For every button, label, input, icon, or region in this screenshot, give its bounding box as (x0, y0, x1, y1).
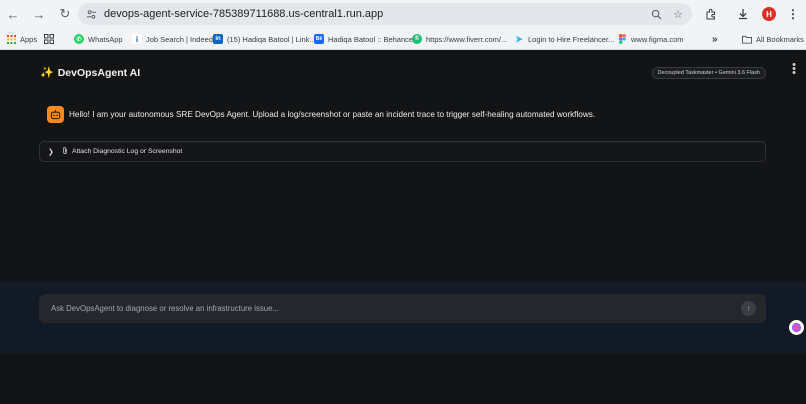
bot-avatar-icon (47, 106, 64, 123)
indeed-icon: i (132, 34, 142, 44)
forward-icon[interactable]: → (28, 3, 50, 25)
chat-input[interactable] (39, 294, 766, 323)
behance-icon: Bē (314, 34, 324, 44)
bookmark-whatsapp[interactable]: ✆ WhatsApp (70, 30, 127, 48)
floating-assistant-button[interactable] (789, 320, 804, 335)
avatar: H (762, 7, 776, 21)
linkedin-icon: in (213, 34, 223, 44)
extensions-icon[interactable] (700, 3, 722, 25)
bookmark-behance[interactable]: Bē Hadiqa Batool :: Behance (310, 30, 417, 48)
bookmark-linkedin[interactable]: in (15) Hadiqa Batool | Link... (209, 30, 320, 48)
zoom-icon[interactable] (648, 6, 664, 22)
bookmarks-overflow-icon[interactable]: » (708, 30, 722, 48)
send-button[interactable]: ↑ (741, 301, 756, 316)
sparkles-icon: ✨ (40, 67, 54, 79)
site-info-icon[interactable] (84, 7, 98, 21)
apps-grid-icon (6, 34, 16, 44)
bookmarks-bar: Apps ✆ WhatsApp i Job Search | Indeed in… (0, 28, 806, 50)
back-icon[interactable]: ← (2, 3, 24, 25)
grid-icon (44, 34, 54, 44)
more-options-icon[interactable]: • • • (792, 60, 796, 79)
agent-greeting-message: Hello! I am your autonomous SRE DevOps A… (69, 110, 596, 119)
attach-diagnostic-toggle[interactable]: ❯ Attach Diagnostic Log or Screenshot (39, 141, 766, 162)
figma-icon (617, 34, 627, 44)
bookmark-fiverr[interactable]: fi https://www.fiverr.com/... (408, 30, 511, 48)
bookmark-star-icon[interactable]: ☆ (670, 6, 686, 22)
url-text: devops-agent-service-785389711688.us-cen… (104, 8, 384, 20)
whatsapp-icon: ✆ (74, 34, 84, 44)
bookmark-figma[interactable]: www.figma.com (613, 30, 688, 48)
freelancer-icon: ➤ (515, 33, 523, 44)
arrow-up-icon: ↑ (746, 304, 751, 313)
reload-icon[interactable]: ↻ (54, 3, 76, 25)
assistant-logo-icon (791, 322, 802, 333)
folder-icon (742, 34, 752, 44)
bookmark-apps[interactable]: Apps (2, 30, 41, 48)
fiverr-icon: fi (412, 34, 422, 44)
bookmark-grid[interactable] (40, 30, 62, 48)
app-title: DevOpsAgent AI (57, 66, 141, 79)
paperclip-icon (62, 146, 68, 157)
attach-label: Attach Diagnostic Log or Screenshot (72, 148, 183, 155)
bookmark-indeed[interactable]: i Job Search | Indeed (128, 30, 217, 48)
bookmark-all-bookmarks[interactable]: All Bookmarks (738, 30, 806, 48)
browser-toolbar: ← → ↻ devops-agent-service-785389711688.… (0, 0, 806, 28)
profile-avatar[interactable]: H (758, 3, 780, 25)
model-badge: Decoupled Taskmaster • Gemini 3.6 Flash (651, 67, 766, 79)
address-bar[interactable]: devops-agent-service-785389711688.us-cen… (78, 3, 692, 25)
browser-menu-icon[interactable]: ⋮ (782, 3, 804, 25)
download-icon[interactable] (732, 3, 754, 25)
chevron-right-icon: ❯ (48, 148, 54, 156)
bookmark-freelancer[interactable]: ➤ Login to Hire Freelancer... (510, 30, 618, 48)
app-brand: ✨ DevOpsAgent AI (40, 66, 141, 80)
